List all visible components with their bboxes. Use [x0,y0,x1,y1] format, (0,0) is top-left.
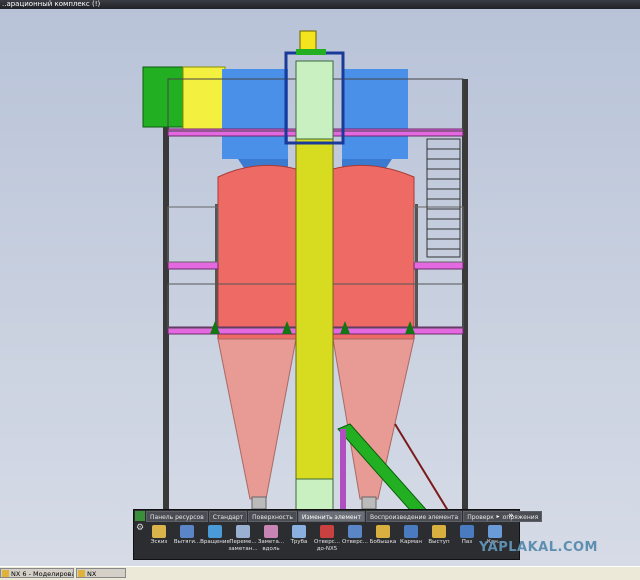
taskbar-item-label: NX [87,570,97,578]
slot-icon [460,525,474,538]
tool-button[interactable]: Отверс... до-NX5 [314,524,340,559]
feature-toolbar: Панель ресурсов Стандарт Поверхность Изм… [133,509,543,560]
upper-platform-right [332,128,464,137]
taskbar-item-label: NX 6 - Моделирован... [11,570,73,578]
boss-icon [376,525,390,538]
tab-feature-playback[interactable]: Воспроизведение элемента [366,511,463,522]
tab-surface[interactable]: Поверхность [248,511,297,522]
yellow-hopper [182,66,226,130]
tool-button[interactable]: Паз [454,524,480,559]
window-title-bar: ..арационный комплекс (!) [0,0,640,9]
toolbar-tools: Эскиз Вытяги... Вращение Переме... заметан.… [146,524,508,559]
tab-edit-feature[interactable]: Изменить элемент [297,511,365,522]
tool-label: Замета... вдоль [257,539,285,552]
taskbar-item-nx[interactable]: NX [76,568,126,578]
drive-motor-base [296,49,326,55]
mid-railing-left [167,206,219,263]
cyclone-body-right [332,164,415,340]
cone-outlet-left [251,496,267,510]
gear-icon[interactable]: ⚙ [135,522,145,534]
cone-outlet-right [361,496,377,510]
tab-mating-check[interactable]: Проверка сопряжения [463,511,543,522]
extrude-icon [180,525,194,538]
cyclone-body-left [217,164,297,340]
mid-railing-right [413,206,464,263]
tool-button[interactable]: Бобышка [370,524,396,559]
taskbar: NX 6 - Моделирован... NX [0,566,640,580]
groove-icon [488,525,502,538]
cone-left [217,338,297,500]
3d-viewport[interactable] [0,9,640,566]
mid-platform-right [413,261,464,270]
tool-label: Вытяги... [173,539,201,545]
revolve-icon [208,525,222,538]
watermark: YAPLAKAL.COM [479,540,598,555]
pad-icon [432,525,446,538]
green-housing [142,66,186,128]
tool-label: Переме... заметан... [228,539,258,552]
tool-label: Выступ [428,539,450,545]
mid-platform-left [167,261,219,270]
purple-leg [340,429,346,519]
tool-label: Отверс... до-NX5 [314,539,340,552]
tool-label: Вращение [200,539,230,545]
tab-resources[interactable]: Панель ресурсов [146,511,208,522]
tool-button[interactable]: Эскиз [146,524,172,559]
pocket-icon [404,525,418,538]
blue-tank-left [222,69,288,159]
tab-standard[interactable]: Стандарт [208,511,248,522]
hole-icon [348,525,362,538]
staircase [426,138,461,258]
blue-tank-right [342,69,408,159]
tool-button[interactable]: Труба [286,524,312,559]
nx-app-icon [2,570,9,577]
more-tabs-arrow-icon[interactable]: ▸ [494,512,502,521]
tool-button[interactable]: Вытяги... [174,524,200,559]
taskbar-item-nx6[interactable]: NX 6 - Моделирован... [0,568,74,578]
sweep-icon [236,525,250,538]
sketch-icon [152,525,166,538]
tool-label: Бобышка [369,539,397,545]
toolbar-tabs: Панель ресурсов Стандарт Поверхность Изм… [146,511,543,522]
close-icon[interactable]: » [506,511,516,521]
window-title: ..арационный комплекс (!) [2,0,101,8]
upper-platform-left [167,128,297,137]
tool-button[interactable]: Вращение [200,524,230,559]
tool-button[interactable]: Отверс... [342,524,368,559]
tube-icon [292,525,306,538]
tool-button[interactable]: Карман [398,524,424,559]
cad-model[interactable] [0,9,640,566]
tool-label: Карман [400,539,422,545]
tool-button[interactable]: Замета... вдоль [258,524,284,559]
sweep-along-icon [264,525,278,538]
hole-nx5-icon [320,525,334,538]
tool-label: Эскиз [150,539,168,545]
elevator-top-panel [295,60,334,140]
tool-button[interactable]: Переме... заметан... [228,524,258,559]
tool-label: Паз [461,539,473,545]
tool-label: Отверс... [342,539,368,545]
toolbar-pin-icon[interactable] [135,511,145,521]
tool-button[interactable]: Выступ [426,524,452,559]
folder-icon [78,570,85,577]
tool-label: Труба [290,539,308,545]
